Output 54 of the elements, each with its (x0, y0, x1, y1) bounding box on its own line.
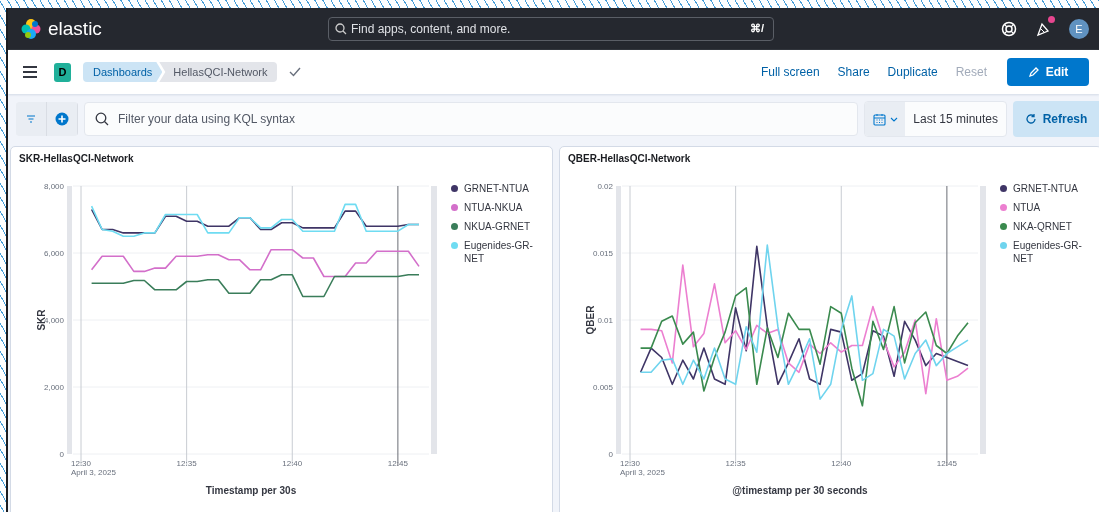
axis-date-label: April 3, 2025 (71, 468, 116, 477)
menu-icon[interactable] (22, 65, 38, 79)
legend-label[interactable]: NKUA-GRNET (464, 220, 531, 233)
filter-icon (26, 115, 36, 123)
query-field[interactable]: Filter your data using KQL syntax (84, 102, 859, 136)
toolbar-link[interactable]: Share (837, 65, 870, 79)
axis-tick-label: 0 (608, 450, 613, 459)
breadcrumb[interactable]: Dashboards (83, 62, 163, 82)
panel-title: SKR-HellasQCI-Network (18, 152, 135, 166)
axis-tick-label: 12:30 (620, 459, 640, 468)
axis-tick-label: 12:35 (725, 459, 746, 468)
pencil-icon (1027, 66, 1040, 78)
axis-date-label: April 3, 2025 (620, 468, 665, 477)
search-icon (95, 112, 109, 126)
search-icon (335, 23, 347, 35)
news-icon[interactable] (1035, 21, 1051, 37)
legend-label[interactable]: NTUA-NKUA (464, 201, 523, 214)
legend-label[interactable]: NTUA (1013, 201, 1041, 214)
axis-tick-label: 6,000 (43, 249, 64, 258)
axis-tick-label: 8,000 (43, 182, 64, 191)
axis-tick-label: 12:40 (831, 459, 852, 468)
axis-tick-label: 0.015 (592, 249, 613, 258)
refresh-button[interactable]: Refresh (1013, 101, 1099, 137)
toolbar-link[interactable]: Full screen (760, 65, 820, 79)
logo-icon (20, 18, 42, 40)
plus-icon (55, 112, 69, 126)
axis-tick-label: 12:40 (282, 459, 303, 468)
axis-title: Timestamp per 30s (205, 485, 297, 496)
axis-tick-label: 0 (59, 450, 64, 459)
breadcrumb[interactable]: HellasQCI-Network (159, 62, 278, 82)
calendar-icon (872, 112, 886, 126)
check-icon (289, 67, 302, 77)
legend-label[interactable]: Eugenides-GR-NET (464, 239, 544, 265)
help-icon[interactable] (1001, 21, 1017, 37)
shortcut-hint: ⌘/ (749, 22, 764, 35)
edit-button[interactable]: Edit (1007, 58, 1089, 86)
logo-text: elastic (48, 18, 102, 40)
chevron-down-icon (889, 116, 898, 122)
axis-tick-label: 2,000 (43, 383, 64, 392)
refresh-icon (1024, 113, 1037, 125)
axis-tick-label: 12:35 (176, 459, 197, 468)
legend-label[interactable]: GRNET-NTUA (1013, 182, 1078, 195)
legend-label[interactable]: GRNET-NTUA (464, 182, 529, 195)
axis-tick-label: 0.005 (592, 383, 613, 392)
axis-title: QBER (585, 305, 596, 335)
axis-tick-label: 0.01 (597, 316, 613, 325)
legend-label[interactable]: Eugenides-GR-NET (1013, 239, 1093, 265)
space-avatar[interactable]: D (54, 62, 71, 82)
axis-title: @timestamp per 30 seconds (732, 485, 868, 496)
axis-tick-label: 0.02 (597, 182, 613, 191)
panel-title: QBER-HellasQCI-Network (567, 152, 692, 166)
axis-tick-label: 12:30 (71, 459, 91, 468)
toolbar-link[interactable]: Duplicate (887, 65, 938, 79)
legend-label[interactable]: NKA-QRNET (1013, 220, 1072, 233)
